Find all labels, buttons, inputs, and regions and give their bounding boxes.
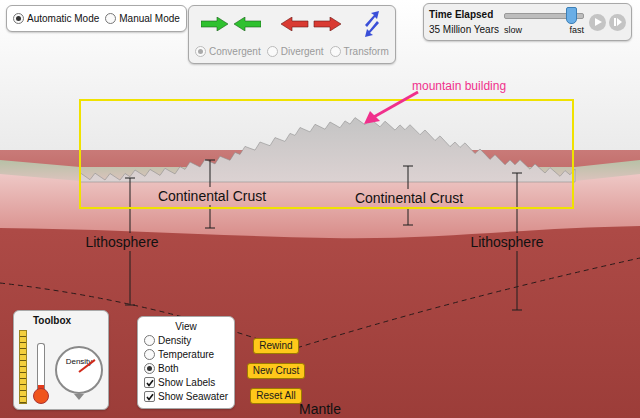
view-checkbox[interactable]: Show Labels (144, 376, 228, 389)
view-checkbox[interactable]: Show Seawater (144, 390, 228, 403)
view-radio[interactable]: Density (144, 334, 228, 347)
step-icon (613, 17, 623, 27)
plate-motion-button[interactable] (281, 17, 341, 31)
scene-label: Lithosphere (470, 234, 543, 250)
checkmark-icon (146, 393, 154, 401)
time-title: Time Elapsed (429, 9, 499, 20)
lithosphere-mantle (0, 150, 640, 418)
checkbox-icon[interactable] (144, 377, 155, 388)
divergent-arrows-icon (281, 17, 341, 31)
mode-panel: Automatic Mode Manual Mode (6, 5, 187, 32)
scene-label: Continental Crust (158, 188, 266, 204)
playback-button[interactable] (589, 14, 606, 31)
annotation-arrow-icon (364, 92, 418, 124)
plate-tectonics-app: mountain building Continental Crust Contin… (0, 0, 640, 418)
density-gauge[interactable]: Density (55, 346, 103, 400)
view-panel: View DensityTemperatureBothShow LabelsSho… (137, 316, 235, 409)
boundary-type-radio[interactable]: Convergent (195, 45, 261, 58)
toolbox-panel: Toolbox Density (13, 310, 109, 410)
action-buttons: Rewind New Crust Reset All (236, 338, 316, 404)
view-radio[interactable]: Both (144, 362, 228, 375)
plate-motion-button[interactable] (201, 17, 261, 31)
action-button[interactable]: New Crust (247, 363, 306, 379)
time-value: 35 Million Years (429, 24, 499, 35)
action-button[interactable]: Reset All (250, 388, 301, 404)
view-radio[interactable]: Temperature (144, 348, 228, 361)
radio-icon[interactable] (267, 46, 278, 57)
action-button[interactable]: Rewind (253, 338, 298, 354)
boundary-type-radio[interactable]: Divergent (267, 45, 324, 58)
transform-arrows-icon (361, 11, 383, 37)
plate-motion-button[interactable] (361, 11, 383, 37)
radio-icon[interactable] (144, 363, 155, 374)
scene-label: Lithosphere (85, 234, 158, 250)
checkmark-icon (146, 379, 154, 387)
radio-icon[interactable] (144, 335, 155, 346)
boundary-type-radio[interactable]: Transform (330, 45, 389, 58)
scene-label: Continental Crust (355, 190, 463, 206)
radio-icon[interactable] (144, 349, 155, 360)
ruler-tool[interactable] (19, 330, 27, 404)
mode-radio[interactable]: Manual Mode (105, 12, 180, 25)
mountain-range (80, 118, 575, 182)
playback-button[interactable] (609, 14, 626, 31)
thermometer-tool[interactable] (33, 343, 49, 404)
radio-icon[interactable] (13, 13, 24, 24)
speed-slider[interactable]: slow fast (504, 9, 584, 35)
convergent-arrows-icon (201, 17, 261, 31)
scene-label: Mantle (299, 401, 341, 417)
slow-label: slow (504, 25, 522, 35)
play-icon (593, 17, 603, 27)
toolbox-title: Toolbox (19, 315, 103, 326)
radio-icon[interactable] (105, 13, 116, 24)
highlight-box (80, 100, 573, 208)
checkbox-icon[interactable] (144, 391, 155, 402)
radio-icon[interactable] (330, 46, 341, 57)
mode-radio[interactable]: Automatic Mode (13, 12, 99, 25)
annotation-label: mountain building (412, 79, 506, 93)
radio-icon[interactable] (195, 46, 206, 57)
fast-label: fast (569, 25, 584, 35)
plate-motion-panel: Convergent Divergent Transform (188, 5, 396, 64)
slider-knob[interactable] (566, 7, 577, 24)
view-title: View (144, 321, 228, 332)
time-panel: Time Elapsed 35 Million Years slow fast (423, 3, 632, 41)
slider-track[interactable] (504, 13, 584, 19)
